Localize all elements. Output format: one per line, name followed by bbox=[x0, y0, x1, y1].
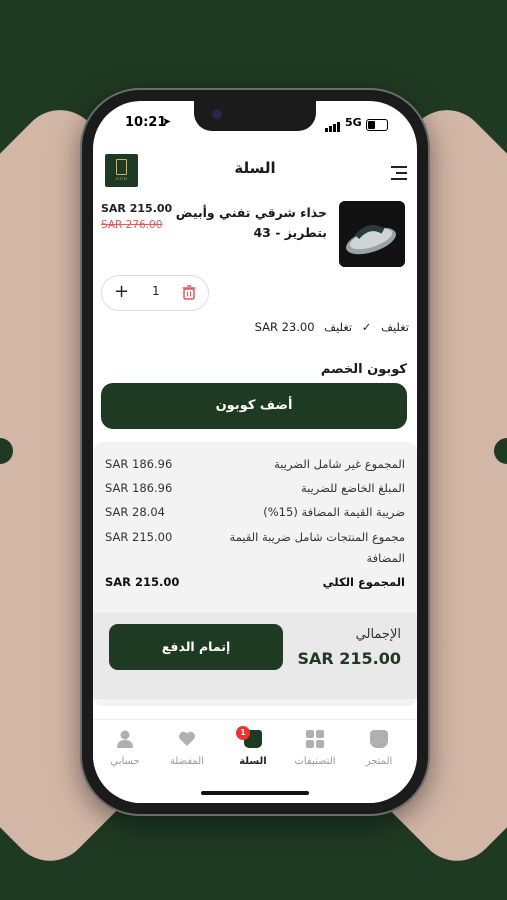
tab-account[interactable]: حسابي bbox=[95, 730, 155, 767]
user-icon bbox=[116, 730, 134, 748]
gift-wrap-row: تغليف ✓ تغليف SAR 23.00 bbox=[249, 320, 409, 334]
wrap-price: SAR 23.00 bbox=[254, 320, 315, 334]
tab-store[interactable]: المتجر bbox=[349, 730, 409, 767]
notch bbox=[194, 101, 316, 131]
summary-label: المبلغ الخاضع للضريبة bbox=[300, 481, 405, 495]
summary-value: SAR 28.04 bbox=[105, 505, 165, 519]
checkout-bar: الإجمالي SAR 215.00 إتمام الدفع bbox=[93, 613, 417, 699]
summary-value: SAR 186.96 bbox=[105, 457, 173, 471]
cart-icon: 1 bbox=[236, 726, 262, 748]
categories-icon bbox=[306, 730, 324, 748]
sandal-icon bbox=[339, 201, 405, 267]
total-value: SAR 215.00 bbox=[297, 649, 401, 668]
page-title: السلة bbox=[234, 159, 276, 177]
summary-value: SAR 186.96 bbox=[105, 481, 173, 495]
summary-label: المجموع الكلي bbox=[322, 575, 405, 589]
tab-cart[interactable]: 1 السلة bbox=[223, 726, 283, 767]
tab-label: المفضلة bbox=[169, 756, 204, 767]
home-indicator bbox=[201, 791, 309, 795]
product-image[interactable] bbox=[339, 201, 405, 267]
total-label: الإجمالي bbox=[355, 627, 401, 642]
phone-frame: 10:21 ➤ 5G OUD السلة حذاء شرقي تفني وأبي… bbox=[82, 90, 428, 814]
tab-label: التصنيفات bbox=[294, 756, 336, 767]
tab-label: السلة bbox=[239, 756, 267, 767]
increase-button[interactable]: + bbox=[114, 281, 129, 302]
tab-label: حسابي bbox=[110, 756, 140, 767]
phone-screen: 10:21 ➤ 5G OUD السلة حذاء شرقي تفني وأبي… bbox=[93, 101, 417, 803]
signal-icon bbox=[325, 117, 341, 132]
summary-label: مجموع المنتجات شامل ضريبة القيمة المضافة bbox=[229, 530, 405, 565]
add-coupon-button[interactable]: أضف كوبون bbox=[101, 383, 407, 429]
delete-button[interactable] bbox=[182, 285, 196, 300]
heart-icon bbox=[178, 730, 196, 748]
trash-icon bbox=[182, 285, 196, 300]
app-header: OUD السلة bbox=[93, 145, 417, 189]
tab-label: المتجر bbox=[365, 756, 393, 767]
summary-value: SAR 215.00 bbox=[105, 575, 180, 589]
menu-icon[interactable] bbox=[391, 166, 407, 184]
camera-icon bbox=[212, 109, 222, 119]
summary-value: SAR 215.00 bbox=[105, 530, 173, 544]
product-price: SAR 215.00 bbox=[101, 202, 173, 215]
battery-icon bbox=[366, 119, 388, 131]
checkout-button[interactable]: إتمام الدفع bbox=[109, 624, 283, 670]
location-icon: ➤ bbox=[162, 115, 172, 128]
quantity-stepper: + 1 bbox=[101, 275, 209, 311]
summary-label: ضريبة القيمة المضافة (15%) bbox=[263, 505, 405, 519]
tab-categories[interactable]: التصنيفات bbox=[285, 730, 345, 767]
wrap-option[interactable]: تغليف bbox=[324, 320, 352, 334]
quantity-value: 1 bbox=[152, 284, 160, 298]
summary-label: المجموع غير شامل الضريبة bbox=[274, 457, 405, 471]
network-label: 5G bbox=[345, 116, 362, 129]
product-name[interactable]: حذاء شرقي تفني وأبيض بتطريز - 43 bbox=[167, 203, 327, 243]
product-old-price: SAR 276.00 bbox=[101, 219, 163, 231]
check-icon[interactable]: ✓ bbox=[362, 320, 372, 334]
store-icon bbox=[370, 730, 388, 748]
cart-badge: 1 bbox=[236, 726, 250, 740]
status-time: 10:21 bbox=[125, 115, 167, 130]
tab-favorites[interactable]: المفضلة bbox=[157, 730, 217, 767]
wrap-label: تغليف bbox=[381, 320, 409, 334]
coupon-title: كوبون الخصم bbox=[320, 362, 407, 377]
